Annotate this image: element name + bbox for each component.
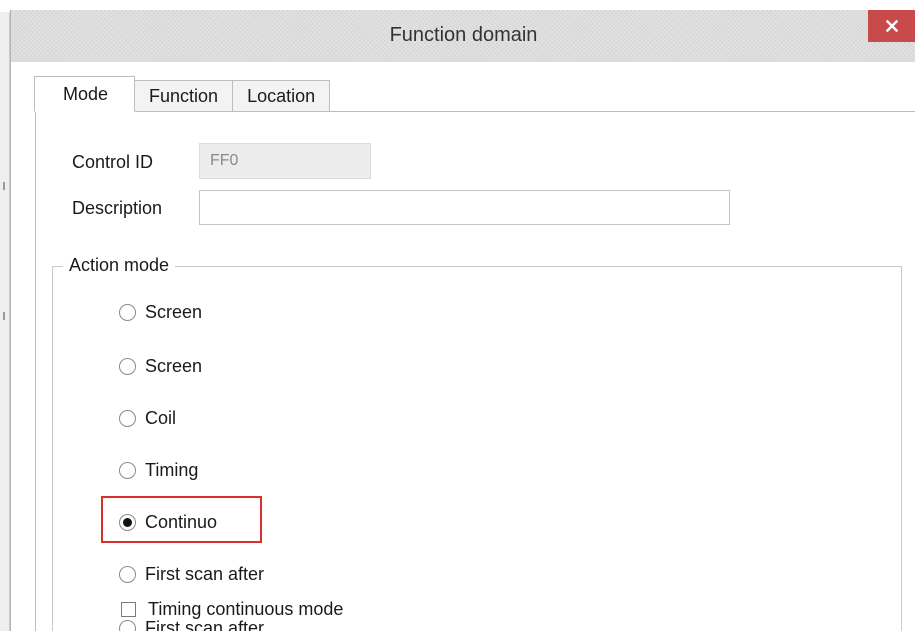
radio-button[interactable] xyxy=(119,410,136,427)
background-window-edge xyxy=(0,12,10,631)
description-field[interactable] xyxy=(199,190,730,225)
control-id-label: Control ID xyxy=(72,152,154,172)
checkbox[interactable] xyxy=(121,602,136,617)
radio-option-screen-1[interactable]: Screen xyxy=(119,302,202,323)
radio-label: Timing xyxy=(145,460,199,480)
radio-button[interactable] xyxy=(119,462,136,479)
radio-label: Screen xyxy=(145,302,203,322)
edge-tick xyxy=(3,182,5,190)
radio-option-continuo[interactable]: Continuo xyxy=(119,512,217,533)
radio-button[interactable] xyxy=(119,304,136,321)
radio-option-screen-2[interactable]: Screen xyxy=(119,356,202,377)
tab-strip: Mode Function Location xyxy=(34,76,331,112)
radio-label: First scan after xyxy=(145,564,265,584)
tab-mode[interactable]: Mode xyxy=(34,76,136,112)
action-mode-group: Action mode Screen Screen Coil Timing Co… xyxy=(52,255,902,631)
tab-function[interactable]: Function xyxy=(134,80,234,112)
dialog-content: Mode Function Location Control ID FF0 De… xyxy=(25,76,915,631)
radio-button[interactable] xyxy=(119,358,136,375)
action-mode-legend: Action mode xyxy=(63,255,176,276)
tab-location[interactable]: Location xyxy=(232,80,331,112)
dialog-title: Function domain xyxy=(389,24,538,46)
radio-dot xyxy=(123,518,132,527)
checkbox-label: Timing continuous mode xyxy=(148,599,344,619)
description-label: Description xyxy=(72,198,163,218)
close-icon xyxy=(886,20,898,32)
radio-label: Screen xyxy=(145,356,203,376)
edge-tick xyxy=(3,312,5,320)
radio-button[interactable] xyxy=(119,566,136,583)
radio-option-first-scan-2[interactable]: First scan after xyxy=(119,618,264,631)
radio-label: Coil xyxy=(145,408,177,428)
radio-option-timing[interactable]: Timing xyxy=(119,460,198,481)
mode-tab-panel: Control ID FF0 Description Action mode S… xyxy=(35,111,915,631)
radio-option-coil[interactable]: Coil xyxy=(119,408,176,429)
radio-option-first-scan[interactable]: First scan after xyxy=(119,564,264,585)
radio-button[interactable] xyxy=(119,620,136,631)
title-bar[interactable]: Function domain xyxy=(11,10,915,62)
radio-label: Continuo xyxy=(145,512,218,532)
radio-button-selected[interactable] xyxy=(119,514,136,531)
checkbox-timing-continuous[interactable]: Timing continuous mode xyxy=(121,599,343,620)
close-button[interactable] xyxy=(868,10,915,42)
control-id-field: FF0 xyxy=(199,143,371,179)
radio-label: First scan after xyxy=(145,618,265,631)
function-domain-dialog: Function domain Mode Function Location C… xyxy=(10,10,915,631)
